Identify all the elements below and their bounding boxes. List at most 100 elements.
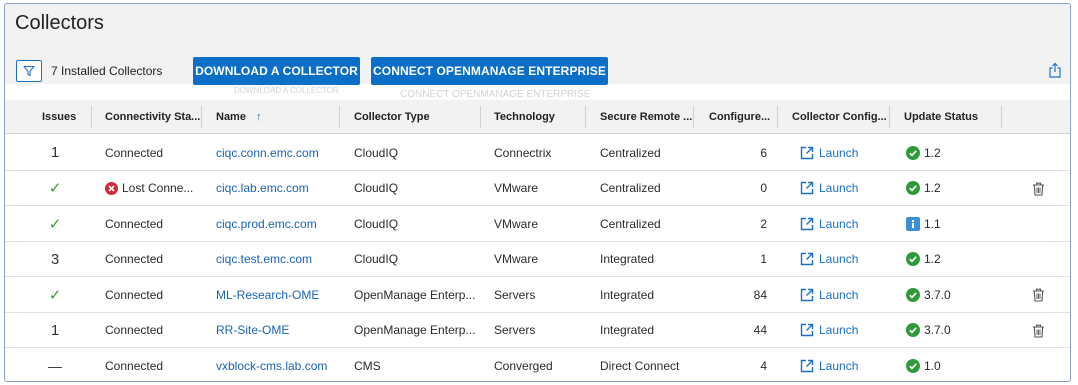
connectivity-status: Connected bbox=[105, 216, 164, 231]
col-collector-config[interactable]: Collector Config... bbox=[792, 100, 887, 134]
update-version: 3.7.0 bbox=[924, 287, 951, 302]
issues-cell: 1 bbox=[45, 313, 65, 348]
success-icon bbox=[906, 252, 920, 266]
col-update-status[interactable]: Update Status bbox=[904, 100, 978, 134]
launch-link[interactable]: Launch bbox=[800, 242, 858, 277]
collector-name-link[interactable]: ciqc.conn.emc.com bbox=[216, 135, 319, 170]
technology: VMware bbox=[494, 181, 539, 195]
external-link-icon bbox=[800, 359, 814, 372]
filter-icon bbox=[23, 65, 35, 77]
update-version: 1.0 bbox=[924, 358, 941, 373]
launch-label: Launch bbox=[819, 145, 859, 160]
collector-name-link[interactable]: RR-Site-OME bbox=[216, 313, 289, 348]
collector-type: CloudIQ bbox=[354, 252, 399, 266]
technology: Servers bbox=[494, 323, 536, 337]
trash-icon[interactable] bbox=[1032, 288, 1045, 302]
collectors-panel: Collectors 7 Installed Collectors DOWNLO… bbox=[4, 3, 1071, 382]
table-row[interactable]: 1 Connected RR-Site-OME OpenManage Enterp..… bbox=[5, 313, 1070, 348]
col-divider[interactable] bbox=[693, 106, 694, 128]
collector-name-link[interactable]: ciqc.test.emc.com bbox=[216, 242, 312, 277]
launch-link[interactable]: Launch bbox=[800, 348, 859, 381]
collector-type: OpenManage Enterp... bbox=[354, 323, 476, 337]
connectivity-status: Connected bbox=[105, 252, 164, 266]
table-header: Issues Connectivity Sta... Name ↑ Collec… bbox=[5, 100, 1070, 134]
trash-icon[interactable] bbox=[1032, 324, 1045, 338]
page-title: Collectors bbox=[5, 4, 1070, 44]
table-body: 1 Connected ciqc.conn.emc.com CloudIQ Connec… bbox=[5, 135, 1070, 381]
collector-name-link[interactable]: ciqc.lab.emc.com bbox=[216, 171, 309, 206]
col-divider[interactable] bbox=[201, 106, 202, 128]
connectivity-status: Connected bbox=[105, 358, 164, 373]
check-icon: ✓ bbox=[48, 286, 62, 304]
configured-count: 1 bbox=[760, 252, 767, 266]
secure-remote: Integrated bbox=[600, 252, 655, 266]
success-icon bbox=[906, 287, 920, 302]
table-row[interactable]: ✓ Connected ciqc.prod.emc.com CloudIQ VMware… bbox=[5, 206, 1070, 242]
connectivity-cell: Connected bbox=[105, 242, 163, 277]
success-icon bbox=[906, 323, 920, 337]
col-technology[interactable]: Technology bbox=[494, 100, 555, 134]
table-row[interactable]: 1 Connected ciqc.conn.emc.com CloudIQ Connec… bbox=[5, 135, 1070, 171]
col-divider[interactable] bbox=[91, 106, 92, 128]
col-secure-remote[interactable]: Secure Remote ... bbox=[600, 100, 692, 134]
issue-count[interactable]: 1 bbox=[51, 322, 59, 339]
connectivity-cell: Connected bbox=[105, 206, 163, 241]
table-row[interactable]: 3 Connected ciqc.test.emc.com CloudIQ VMware… bbox=[5, 242, 1070, 277]
col-divider[interactable] bbox=[339, 106, 340, 128]
configured-count: 0 bbox=[760, 181, 767, 195]
filter-button[interactable] bbox=[16, 60, 42, 82]
secure-remote: Centralized bbox=[600, 216, 661, 231]
secure-remote: Integrated bbox=[600, 323, 655, 337]
issues-cell: ✓ bbox=[45, 171, 65, 206]
issue-count[interactable]: 1 bbox=[51, 144, 59, 161]
export-icon[interactable] bbox=[1048, 62, 1062, 78]
launch-link[interactable]: Launch bbox=[800, 135, 858, 170]
collector-name-link[interactable]: ciqc.prod.emc.com bbox=[216, 206, 317, 241]
update-status-cell: 1.2 bbox=[906, 135, 941, 170]
table-row[interactable]: ✓ Lost Conne... ciqc.lab.emc.com CloudIQ VMw… bbox=[5, 171, 1070, 206]
download-collector-button[interactable]: DOWNLOAD A COLLECTOR bbox=[193, 57, 360, 85]
update-version: 1.2 bbox=[924, 181, 941, 195]
technology: VMware bbox=[494, 252, 539, 266]
issues-cell: — bbox=[45, 348, 65, 381]
launch-label: Launch bbox=[819, 358, 859, 373]
update-status-cell: 1.1 bbox=[906, 206, 941, 241]
col-configured[interactable]: Configure... bbox=[709, 100, 770, 134]
col-name[interactable]: Name ↑ bbox=[216, 100, 261, 134]
launch-link[interactable]: Launch bbox=[800, 171, 858, 206]
table-row[interactable]: ✓ Connected ML-Research-OME OpenManage Ente… bbox=[5, 277, 1070, 313]
trash-icon[interactable] bbox=[1032, 182, 1045, 196]
configured-count: 6 bbox=[760, 145, 767, 160]
connect-openmanage-button[interactable]: CONNECT OPENMANAGE ENTERPRISE bbox=[371, 57, 608, 85]
connectivity-cell: Connected bbox=[105, 277, 163, 312]
connectivity-cell: Lost Conne... bbox=[105, 171, 193, 206]
success-icon bbox=[906, 358, 920, 373]
col-connectivity[interactable]: Connectivity Sta... bbox=[105, 100, 200, 134]
connect-button-ghost: CONNECT OPENMANAGE ENTERPRISE bbox=[400, 89, 591, 100]
col-collector-type[interactable]: Collector Type bbox=[354, 100, 430, 134]
col-divider[interactable] bbox=[1001, 106, 1002, 128]
issue-count[interactable]: 3 bbox=[51, 251, 59, 268]
launch-link[interactable]: Launch bbox=[800, 277, 858, 312]
configured-count: 4 bbox=[760, 358, 767, 373]
col-divider[interactable] bbox=[585, 106, 586, 128]
launch-link[interactable]: Launch bbox=[800, 313, 858, 348]
check-icon: ✓ bbox=[48, 215, 62, 233]
configured-count: 84 bbox=[753, 287, 767, 302]
col-divider[interactable] bbox=[889, 106, 890, 128]
table-row[interactable]: — Connected vxblock-cms.lab.com CMS Converge… bbox=[5, 348, 1070, 381]
info-icon bbox=[906, 216, 920, 231]
external-link-icon bbox=[800, 217, 814, 230]
collector-name-link[interactable]: vxblock-cms.lab.com bbox=[216, 348, 327, 381]
external-link-icon bbox=[800, 288, 814, 301]
launch-link[interactable]: Launch bbox=[800, 206, 858, 241]
issues-cell: ✓ bbox=[45, 277, 65, 312]
collector-name-link[interactable]: ML-Research-OME bbox=[216, 277, 319, 312]
collector-type: CloudIQ bbox=[354, 145, 399, 160]
check-icon: ✓ bbox=[48, 180, 62, 197]
col-divider[interactable] bbox=[480, 106, 481, 128]
technology: Converged bbox=[494, 358, 553, 373]
col-issues[interactable]: Issues bbox=[42, 100, 76, 134]
connectivity-cell: Connected bbox=[105, 348, 164, 381]
col-divider[interactable] bbox=[777, 106, 778, 128]
